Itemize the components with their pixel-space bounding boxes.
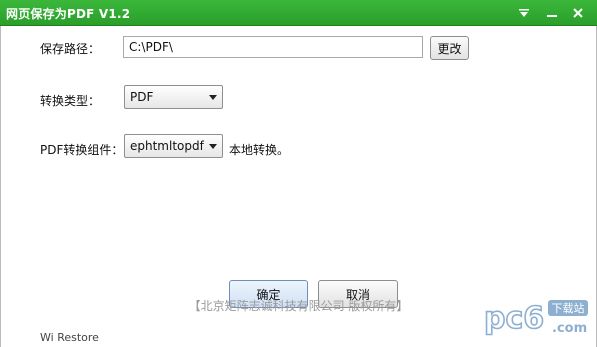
component-value: ephtmltopdf (130, 139, 204, 153)
chevron-down-icon (209, 95, 217, 100)
watermark-logo-text: pc6 (484, 301, 544, 336)
watermark-sub-text: 下载站 (552, 301, 585, 315)
convert-type-select[interactable]: PDF (124, 85, 223, 109)
convert-type-value: PDF (130, 90, 154, 104)
background-fragment-text: Wi Restore (40, 331, 99, 344)
save-path-input[interactable] (123, 36, 423, 58)
background-window-fragment: Wi Restore (40, 331, 160, 347)
change-path-button[interactable]: 更改 (430, 36, 469, 60)
component-label: PDF转换组件： (40, 143, 124, 157)
watermark-domain-text: .com (552, 321, 587, 336)
title-bar: 网页保存为PDF V1.2 (0, 0, 597, 26)
menu-dropdown-icon[interactable] (513, 3, 535, 23)
component-select[interactable]: ephtmltopdf (124, 134, 223, 158)
convert-type-label: 转换类型： (40, 94, 101, 108)
minimize-icon[interactable] (541, 3, 563, 23)
watermark-logo: pc6 下载站 .com (482, 294, 592, 340)
window-title: 网页保存为PDF V1.2 (6, 7, 131, 21)
chevron-down-icon (209, 144, 217, 149)
save-path-label: 保存路径： (40, 42, 101, 56)
component-note: 本地转换。 (229, 143, 290, 157)
close-icon[interactable] (567, 3, 589, 23)
